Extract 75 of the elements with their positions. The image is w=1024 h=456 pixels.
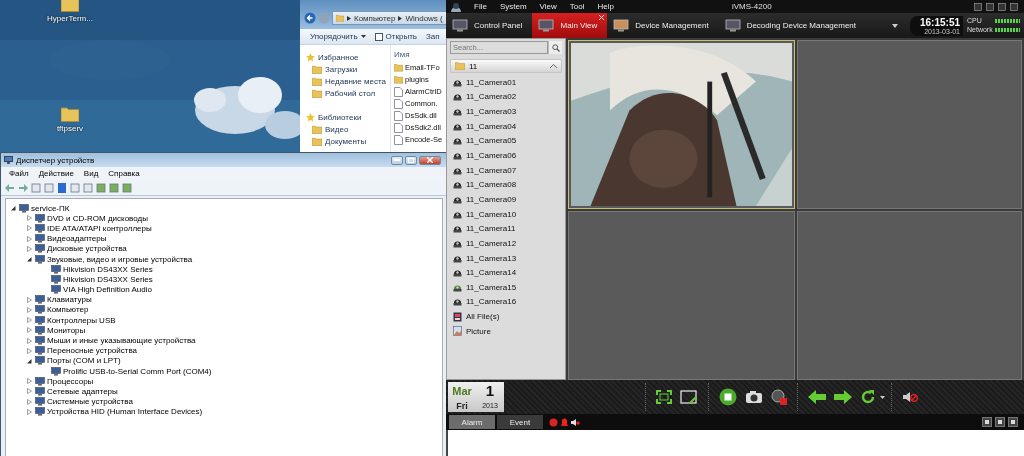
nav-item[interactable]: Документы: [325, 137, 367, 146]
calendar-weekday: Fri: [456, 400, 468, 411]
menu-item[interactable]: Файл: [9, 169, 29, 178]
tree-item[interactable]: Дисковые устройства: [47, 244, 127, 254]
clock-time: 16:15:51: [919, 16, 960, 28]
menu-item[interactable]: View: [539, 2, 557, 11]
resource-item[interactable]: 11_Camera06: [466, 151, 517, 160]
tree-item[interactable]: Мониторы: [47, 325, 86, 335]
tree-item[interactable]: Клавиатуры: [47, 295, 92, 305]
nav-item[interactable]: Рабочий стол: [325, 89, 376, 98]
tree-item[interactable]: Звуковые, видео и игровые устройства: [47, 254, 193, 264]
address-bar[interactable]: Компьютер Windows (: [332, 11, 448, 25]
tree-item[interactable]: Мыши и иные указывающие устройства: [47, 336, 196, 346]
resource-item[interactable]: 11_Camera10: [466, 209, 517, 219]
nav-item[interactable]: Библиотеки: [318, 113, 362, 122]
tree-item[interactable]: Hikvision DS43XX Series: [63, 264, 153, 274]
window-title: iVMS-4200: [732, 2, 772, 11]
tree-item[interactable]: Системные устройства: [47, 397, 133, 407]
nav-item[interactable]: Загрузки: [325, 65, 358, 74]
resource-item[interactable]: 11_Camera01: [466, 77, 517, 87]
nav-item[interactable]: Видео: [325, 125, 349, 134]
tree-item[interactable]: IDE ATA/ATAPI контроллеры: [47, 223, 152, 233]
tree-item[interactable]: Prolific USB-to-Serial Comm Port (COM4): [63, 366, 212, 376]
toolbar-button[interactable]: Открыть: [374, 32, 418, 41]
tab[interactable]: Main View: [532, 13, 608, 38]
resource-item[interactable]: 11_Camera13: [466, 253, 517, 263]
nav-item[interactable]: Избранное: [318, 53, 359, 62]
group-header[interactable]: 11: [450, 59, 562, 73]
tree-item[interactable]: Компьютер: [47, 305, 89, 315]
tree-item[interactable]: Hikvision DS43XX Series: [63, 274, 153, 284]
resource-item[interactable]: 11_Camera15: [466, 282, 517, 292]
tree-item[interactable]: VIA High Definition Audio: [63, 285, 152, 295]
menu-item[interactable]: File: [474, 2, 487, 11]
nav-item[interactable]: Недавние места: [325, 77, 386, 86]
menu-item[interactable]: Вид: [83, 169, 99, 178]
calendar-month: Mar: [452, 384, 472, 397]
tree-item[interactable]: Видеоадаптеры: [47, 234, 107, 244]
tab[interactable]: Control Panel: [446, 13, 533, 38]
resource-item[interactable]: 11_Camera03: [466, 107, 517, 117]
tab[interactable]: Alarm: [449, 415, 495, 429]
resource-item[interactable]: 11_Camera12: [466, 238, 517, 248]
tree-item[interactable]: DVD и CD-ROM дисководы: [47, 213, 148, 223]
resource-item[interactable]: 11_Camera02: [466, 92, 517, 102]
column-header[interactable]: Имя: [394, 50, 443, 60]
menu-item[interactable]: Справка: [108, 169, 140, 178]
desktop-icon-label[interactable]: HyperTerm...: [47, 14, 93, 23]
tree-item[interactable]: Процессоры: [47, 376, 94, 386]
resource-item[interactable]: All File(s): [466, 312, 500, 322]
tree-item[interactable]: Сетевые адаптеры: [47, 386, 118, 396]
tree-item[interactable]: Порты (COM и LPT): [47, 356, 121, 366]
tab[interactable]: Decoding Device Management: [718, 13, 867, 38]
desktop-icon-label[interactable]: tftpserv: [56, 124, 84, 133]
menu-item[interactable]: Tool: [569, 2, 585, 11]
toolbar-button[interactable]: Упорядочить: [310, 32, 366, 41]
tree-item[interactable]: service-ПК: [31, 203, 70, 213]
menu-item[interactable]: Help: [597, 2, 614, 11]
resource-item[interactable]: 11_Camera16: [466, 297, 517, 307]
resource-item[interactable]: 11_Camera04: [466, 121, 517, 131]
resource-item[interactable]: 11_Camera09: [466, 194, 517, 204]
toolbar-button[interactable]: Зап: [426, 32, 440, 41]
calendar-day: 1: [485, 383, 495, 398]
resource-item[interactable]: Picture: [466, 326, 491, 336]
resource-item[interactable]: 11_Camera14: [466, 268, 517, 278]
tab[interactable]: Device Management: [607, 13, 719, 38]
resource-item[interactable]: 11_Camera07: [466, 165, 517, 175]
tab[interactable]: Event: [497, 415, 543, 429]
tree-item[interactable]: Переносные устройства: [47, 346, 138, 356]
tree-item[interactable]: Устройства HID (Human Interface Devices): [47, 407, 203, 417]
menu-item[interactable]: System: [499, 2, 527, 11]
menu-item[interactable]: Действие: [38, 169, 74, 178]
window-title: Диспетчер устройств: [16, 155, 95, 165]
resource-item[interactable]: 11_Camera08: [466, 180, 517, 190]
resource-item[interactable]: 11_Camera11: [466, 224, 516, 234]
resource-item[interactable]: 11_Camera05: [466, 136, 517, 146]
tree-item[interactable]: Контроллеры USB: [47, 315, 116, 325]
